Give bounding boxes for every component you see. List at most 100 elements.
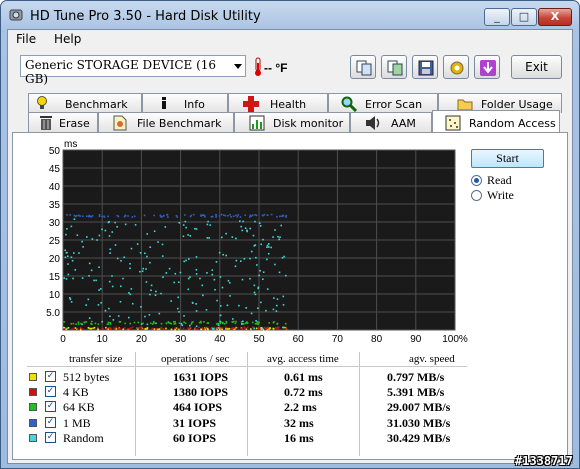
x-tick-label: 50: [253, 334, 265, 345]
transfer-size-cell: 1 MB: [63, 416, 91, 430]
device-dropdown[interactable]: Generic STORAGE DEVICE (16 GB): [20, 55, 246, 86]
options-button[interactable]: [443, 55, 469, 79]
data-point: [255, 327, 258, 330]
data-point: [109, 252, 111, 254]
tab-benchmark[interactable]: Benchmark: [28, 93, 142, 113]
menu-help[interactable]: Help: [54, 32, 81, 46]
data-point: [249, 216, 251, 218]
data-point: [98, 213, 101, 216]
data-point: [129, 327, 132, 329]
data-point: [79, 326, 82, 329]
x-tick-label: 70: [332, 334, 344, 345]
data-point: [189, 276, 191, 278]
data-point: [137, 321, 140, 324]
write-radio[interactable]: [471, 190, 482, 201]
app-icon: [9, 9, 23, 21]
data-point: [236, 326, 239, 329]
data-point: [268, 328, 270, 331]
data-point: [128, 292, 130, 294]
data-point: [282, 215, 285, 217]
speed-cell: 31.030 MB/s: [387, 416, 451, 430]
data-point: [228, 281, 231, 284]
data-point: [66, 214, 68, 216]
speed-cell: 29.007 MB/s: [387, 400, 451, 414]
data-point: [259, 225, 262, 227]
tab-info[interactable]: Info: [142, 93, 228, 113]
tab-file-benchmark[interactable]: File Benchmark: [98, 112, 234, 132]
data-point: [138, 327, 141, 329]
maximize-button[interactable]: □: [511, 8, 537, 26]
data-point: [282, 295, 285, 298]
data-point: [116, 225, 118, 228]
tab-health[interactable]: Health: [228, 93, 328, 113]
data-point: [89, 215, 92, 218]
data-point: [251, 214, 254, 217]
data-point: [88, 275, 90, 277]
data-point: [227, 279, 230, 282]
data-point: [253, 291, 256, 294]
minimize-button[interactable]: _: [484, 8, 510, 26]
data-point: [211, 273, 214, 276]
data-point: [133, 215, 136, 218]
data-point: [107, 321, 110, 324]
data-point: [114, 244, 117, 246]
data-point: [76, 234, 79, 236]
read-radio[interactable]: [471, 175, 482, 186]
data-point: [237, 214, 240, 216]
data-point: [249, 277, 251, 280]
client-area: File Help Generic STORAGE DEVICE (16 GB)…: [7, 29, 573, 464]
device-dropdown-value: Generic STORAGE DEVICE (16 GB): [25, 58, 217, 86]
data-point: [220, 213, 223, 216]
data-point: [241, 323, 243, 325]
data-point: [268, 246, 270, 248]
data-point: [95, 279, 97, 282]
menu-file[interactable]: File: [16, 32, 36, 46]
series-checkbox[interactable]: ✓: [45, 371, 56, 382]
copy-screen-button[interactable]: [381, 55, 407, 79]
data-point: [154, 294, 157, 296]
title-bar[interactable]: HD Tune Pro 3.50 - Hard Disk Utility _ □…: [1, 1, 579, 29]
data-point: [226, 304, 229, 307]
tab-label: Error Scan: [365, 98, 423, 111]
tab-erase[interactable]: Erase: [28, 112, 98, 132]
data-point: [231, 321, 234, 323]
data-point: [192, 213, 195, 216]
series-checkbox[interactable]: ✓: [45, 386, 56, 397]
data-point: [276, 216, 278, 218]
lightbulb-icon: [37, 96, 47, 109]
data-point: [219, 326, 222, 329]
data-point: [279, 215, 281, 218]
tab-aam[interactable]: AAM: [350, 112, 432, 132]
data-point: [149, 322, 152, 325]
transfer-size-cell: Random: [63, 431, 104, 445]
tab-random-access[interactable]: Random Access: [432, 110, 560, 132]
data-point: [190, 214, 193, 217]
data-point: [265, 309, 267, 312]
data-point: [183, 260, 185, 263]
data-point: [149, 261, 151, 264]
data-point: [129, 322, 132, 325]
data-point: [101, 215, 103, 218]
series-swatch: [29, 373, 37, 381]
series-swatch: [29, 419, 37, 427]
data-point: [160, 322, 163, 325]
data-point: [112, 319, 115, 321]
data-point: [267, 252, 270, 255]
series-checkbox[interactable]: ✓: [45, 432, 56, 443]
tab-disk-monitor[interactable]: Disk monitor: [234, 112, 350, 132]
data-point: [206, 223, 209, 226]
tab-error-scan[interactable]: Error Scan: [328, 93, 438, 113]
copy-info-button[interactable]: [350, 55, 376, 79]
data-point: [219, 314, 222, 317]
minimize-to-tray-button[interactable]: [474, 55, 500, 79]
series-checkbox[interactable]: ✓: [45, 417, 56, 428]
exit-button[interactable]: Exit: [511, 55, 562, 79]
tab-label: File Benchmark: [137, 117, 222, 130]
save-button[interactable]: [412, 55, 438, 79]
start-button[interactable]: Start: [471, 149, 544, 168]
close-button[interactable]: X: [538, 8, 572, 26]
y-tick-label: 5.0: [46, 308, 60, 319]
data-point: [277, 235, 279, 238]
data-point: [81, 328, 84, 331]
series-checkbox[interactable]: ✓: [45, 401, 56, 412]
